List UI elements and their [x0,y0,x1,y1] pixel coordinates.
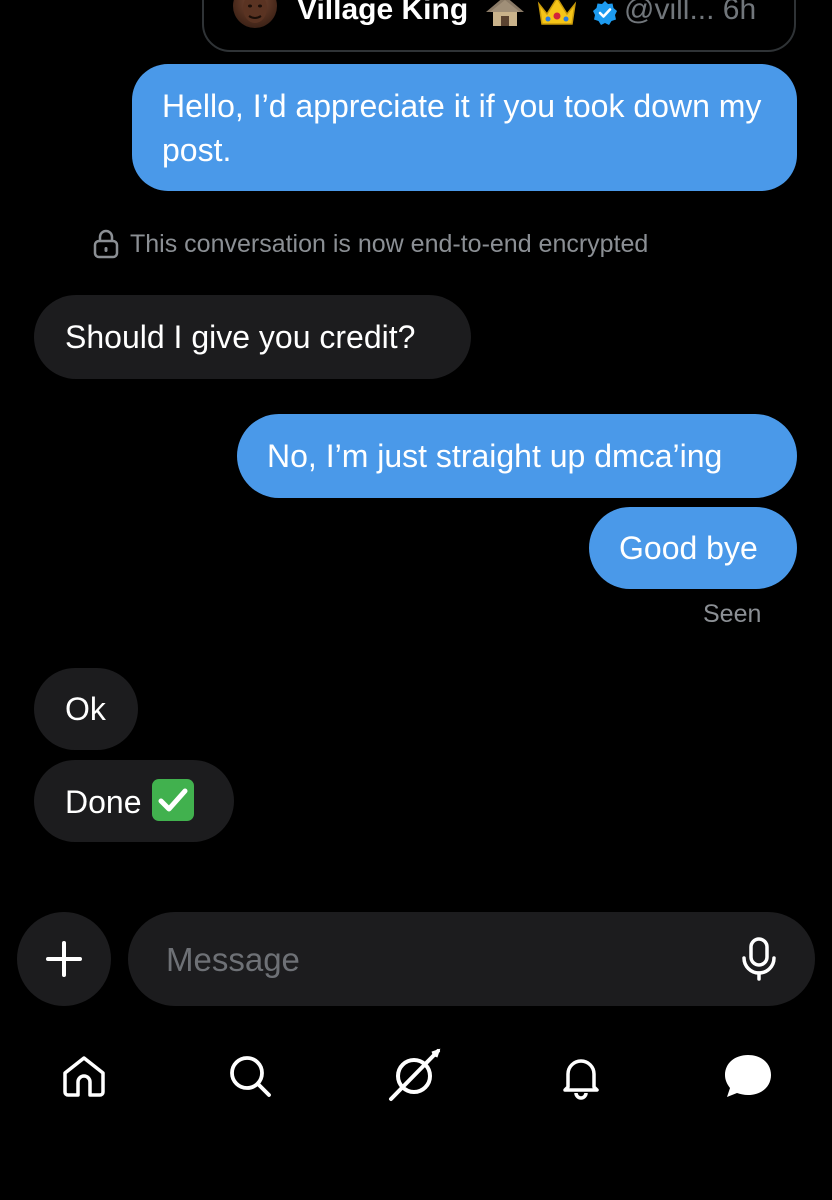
message-composer[interactable] [128,912,815,1006]
encryption-notice-text: This conversation is now end-to-end encr… [130,229,649,258]
message-text: Hello, I’d appreciate it if you took dow… [162,88,762,168]
quoted-post-author-name: Village King [297,0,469,26]
check-mark-button-emoji [151,779,194,821]
message-text: Ok [65,691,106,727]
hut-emoji [486,0,524,26]
seen-status: Seen [703,600,762,628]
messages-icon[interactable] [722,1050,774,1102]
message-bubble-incoming[interactable]: Should I give you credit? [34,295,471,379]
plus-icon [46,941,82,977]
add-attachment-button[interactable] [17,912,111,1006]
lock-icon [93,229,119,259]
message-bubble-outgoing[interactable]: Hello, I’d appreciate it if you took dow… [132,64,797,191]
grok-icon[interactable] [388,1048,442,1102]
message-bubble-incoming[interactable]: Done [34,760,234,842]
message-input[interactable] [164,934,728,986]
message-text: Good bye [619,530,758,566]
encryption-notice: This conversation is now end-to-end encr… [92,226,648,262]
microphone-icon[interactable] [737,936,781,982]
search-icon[interactable] [226,1052,274,1100]
message-text: Should I give you credit? [65,319,416,355]
message-bubble-outgoing[interactable]: Good bye [589,507,797,589]
message-text: No, I’m just straight up dmca’ing [267,438,723,474]
message-bubble-incoming[interactable]: Ok [34,668,138,750]
home-icon[interactable] [60,1052,108,1100]
message-text: Done [65,784,142,820]
verified-badge-icon [593,1,617,25]
quoted-post-handle-time: @vill... 6h [624,0,757,26]
message-bubble-outgoing[interactable]: No, I’m just straight up dmca’ing [237,414,797,498]
crown-emoji [537,0,577,25]
notifications-icon[interactable] [557,1052,605,1100]
